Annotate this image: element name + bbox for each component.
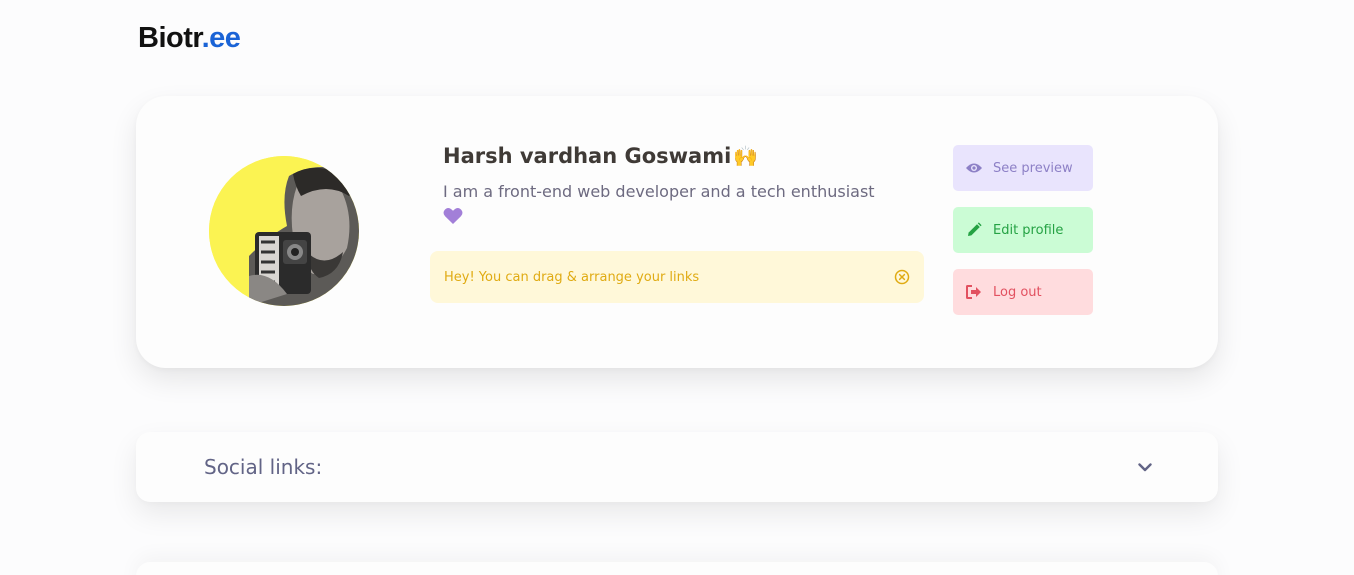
- eye-icon: [965, 159, 983, 177]
- social-links-section[interactable]: Social links:: [136, 432, 1218, 502]
- social-links-title: Social links:: [204, 455, 323, 479]
- log-out-label: Log out: [993, 284, 1042, 300]
- notice-text: Hey! You can drag & arrange your links: [444, 269, 700, 285]
- profile-bio: I am a front-end web developer and a tec…: [443, 182, 913, 229]
- profile-name-text: Harsh vardhan Goswami: [443, 144, 732, 168]
- avatar: [209, 156, 359, 306]
- drag-hint-notice: Hey! You can drag & arrange your links: [430, 251, 924, 303]
- close-circle-icon[interactable]: [894, 269, 910, 285]
- pencil-icon: [965, 221, 983, 239]
- profile-info: Harsh vardhan Goswami 🙌 I am a front-end…: [443, 144, 923, 229]
- logout-icon: [965, 283, 983, 301]
- chevron-down-icon[interactable]: [1136, 458, 1154, 476]
- app-logo[interactable]: Biotr.ee: [138, 22, 241, 55]
- next-section-card: [136, 562, 1218, 575]
- raised-hands-icon: 🙌: [733, 144, 759, 168]
- profile-name: Harsh vardhan Goswami 🙌: [443, 144, 923, 168]
- see-preview-label: See preview: [993, 160, 1073, 176]
- logo-main-text: Biotr: [138, 22, 202, 54]
- logo-accent-text: .ee: [201, 22, 241, 54]
- edit-profile-label: Edit profile: [993, 222, 1064, 238]
- profile-bio-text: I am a front-end web developer and a tec…: [443, 182, 875, 201]
- edit-profile-button[interactable]: Edit profile: [953, 207, 1093, 253]
- purple-heart-icon: [443, 207, 463, 229]
- see-preview-button[interactable]: See preview: [953, 145, 1093, 191]
- profile-actions: See preview Edit profile Log out: [953, 145, 1093, 315]
- profile-card: Harsh vardhan Goswami 🙌 I am a front-end…: [136, 96, 1218, 368]
- log-out-button[interactable]: Log out: [953, 269, 1093, 315]
- avatar-image: [209, 156, 359, 306]
